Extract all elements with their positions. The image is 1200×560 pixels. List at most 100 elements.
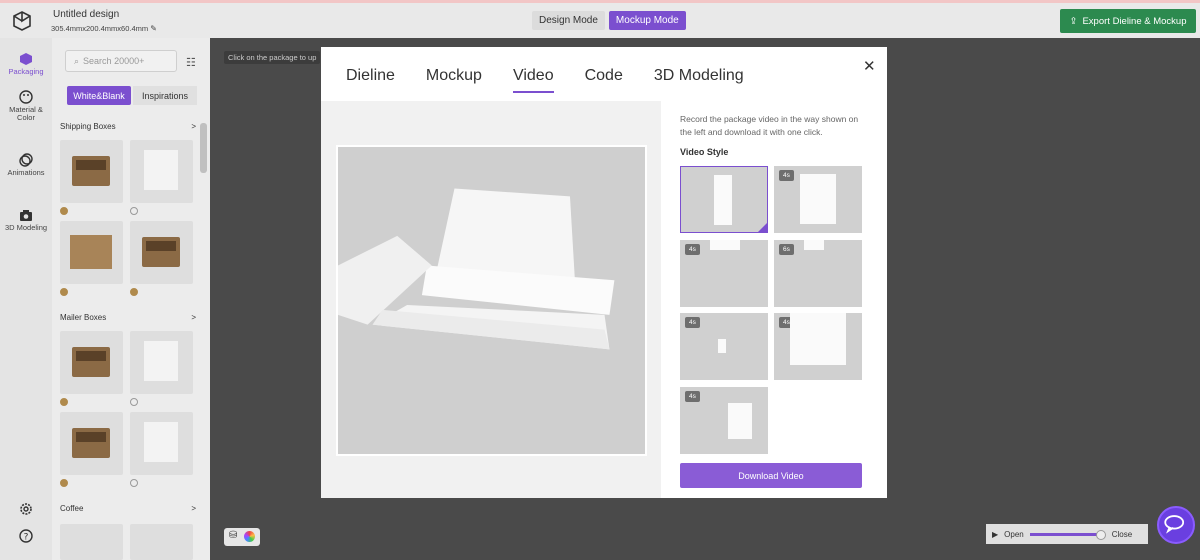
design-mode-button[interactable]: Design Mode	[532, 11, 605, 30]
video-style-option[interactable]: 4s	[774, 313, 862, 380]
search-input[interactable]: ⌕ Search 20000+	[65, 50, 177, 72]
color-option[interactable]	[130, 288, 138, 296]
export-modal: Dieline Mockup Video Code 3D Modeling ✕ …	[321, 47, 887, 498]
search-icon: ⌕	[74, 55, 80, 66]
box-image	[72, 428, 110, 458]
style-preview	[790, 313, 846, 365]
tab-video[interactable]: Video	[512, 67, 554, 93]
design-dimensions: 305.4mmx200.4mmx60.4mm ✎	[51, 24, 157, 33]
box-image	[144, 422, 178, 462]
mode-switch: Design Mode Mockup Mode	[532, 11, 686, 30]
video-options: Record the package video in the way show…	[680, 113, 870, 157]
category-shipping-boxes[interactable]: Shipping Boxes >	[60, 122, 196, 131]
template-thumbnail[interactable]	[130, 524, 193, 560]
template-thumbnail[interactable]	[60, 140, 123, 203]
animation-player: ▶ Open Close	[986, 524, 1148, 544]
tab-code[interactable]: Code	[585, 67, 623, 93]
modal-tabs: Dieline Mockup Video Code 3D Modeling	[346, 67, 744, 93]
box-image	[144, 341, 178, 381]
rail-label: Material & Color	[9, 105, 43, 122]
rail-item-3d-modeling[interactable]: 3D Modeling	[0, 208, 52, 232]
template-thumbnail[interactable]	[130, 140, 193, 203]
style-preview	[718, 339, 726, 353]
canvas-tools: ⛁	[224, 528, 260, 546]
template-thumbnail[interactable]	[60, 331, 123, 394]
design-title[interactable]: Untitled design	[53, 9, 119, 20]
player-open-label: Open	[1004, 529, 1024, 539]
color-option[interactable]	[130, 398, 138, 406]
video-style-option[interactable]: 4s	[680, 387, 768, 454]
box-image	[72, 156, 110, 186]
left-rail: Packaging Material & Color Animations 3D…	[0, 38, 52, 560]
filter-icon[interactable]: ☷	[186, 56, 196, 69]
camera-icon	[20, 210, 32, 221]
rail-label: 3D Modeling	[4, 223, 48, 232]
rail-item-material[interactable]: Material & Color	[0, 90, 52, 122]
download-video-button[interactable]: Download Video	[680, 463, 862, 488]
top-bar: Untitled design 305.4mmx200.4mmx60.4mm ✎…	[0, 0, 1200, 38]
video-style-option[interactable]: 4s	[774, 166, 862, 233]
box-image	[72, 347, 110, 377]
edit-icon[interactable]: ✎	[150, 24, 157, 33]
tab-dieline[interactable]: Dieline	[346, 67, 395, 93]
preview-area	[321, 101, 661, 498]
template-thumbnail[interactable]	[60, 524, 123, 560]
mockup-mode-button[interactable]: Mockup Mode	[608, 11, 686, 30]
category-coffee[interactable]: Coffee >	[60, 504, 196, 513]
category-mailer-boxes[interactable]: Mailer Boxes >	[60, 313, 196, 322]
library-panel: ⌕ Search 20000+ ☷ White&Blank Inspiratio…	[52, 38, 210, 560]
paint-bucket-icon[interactable]: ⛁	[229, 530, 237, 541]
tab-white-blank[interactable]: White&Blank	[67, 86, 131, 105]
color-option[interactable]	[130, 479, 138, 487]
video-description: Record the package video in the way show…	[680, 114, 859, 137]
export-label: Export Dieline & Mockup	[1082, 15, 1187, 27]
cube-logo-icon[interactable]	[12, 11, 32, 31]
template-thumbnail[interactable]	[130, 412, 193, 475]
style-preview	[728, 403, 752, 439]
style-preview	[800, 174, 836, 224]
dieline-preview-image	[338, 188, 615, 350]
tab-mockup[interactable]: Mockup	[426, 67, 482, 93]
video-style-option[interactable]	[680, 166, 768, 233]
selected-marker	[758, 223, 767, 232]
template-thumbnail[interactable]	[60, 412, 123, 475]
open-close-slider[interactable]	[1029, 529, 1106, 540]
color-option[interactable]	[130, 207, 138, 215]
duration-badge: 4s	[685, 317, 700, 328]
style-preview	[714, 175, 732, 225]
style-preview	[804, 240, 824, 250]
video-style-label: Video Style	[680, 147, 729, 157]
video-style-option[interactable]: 4s	[680, 240, 768, 307]
video-style-option[interactable]: 6s	[774, 240, 862, 307]
chevron-right-icon: >	[191, 313, 196, 322]
tab-inspirations[interactable]: Inspirations	[133, 86, 197, 105]
export-button[interactable]: ⇪ Export Dieline & Mockup	[1060, 9, 1196, 33]
color-option[interactable]	[60, 207, 68, 215]
category-label: Mailer Boxes	[60, 313, 107, 322]
rail-label: Animations	[7, 168, 45, 177]
template-thumbnail[interactable]	[130, 221, 193, 284]
duration-badge: 4s	[779, 170, 794, 181]
duration-badge: 4s	[685, 391, 700, 402]
gear-icon[interactable]	[19, 502, 33, 516]
video-style-option[interactable]: 4s	[680, 313, 768, 380]
chat-button[interactable]	[1157, 506, 1195, 544]
help-icon[interactable]: ?	[19, 529, 33, 543]
close-icon[interactable]: ✕	[863, 57, 876, 75]
color-option[interactable]	[60, 479, 68, 487]
style-preview	[710, 240, 740, 250]
player-close-label: Close	[1111, 529, 1133, 539]
color-wheel-icon[interactable]	[244, 531, 255, 542]
search-placeholder: Search 20000+	[83, 56, 145, 66]
panel-scrollbar[interactable]	[200, 123, 207, 173]
category-label: Coffee	[60, 504, 84, 513]
tab-3d-modeling[interactable]: 3D Modeling	[654, 67, 744, 93]
color-option[interactable]	[60, 288, 68, 296]
template-thumbnail[interactable]	[60, 221, 123, 284]
play-icon[interactable]: ▶	[992, 530, 998, 539]
color-option[interactable]	[60, 398, 68, 406]
video-preview	[336, 145, 647, 456]
rail-item-animations[interactable]: Animations	[0, 153, 52, 177]
rail-item-packaging[interactable]: Packaging	[0, 52, 52, 76]
template-thumbnail[interactable]	[130, 331, 193, 394]
